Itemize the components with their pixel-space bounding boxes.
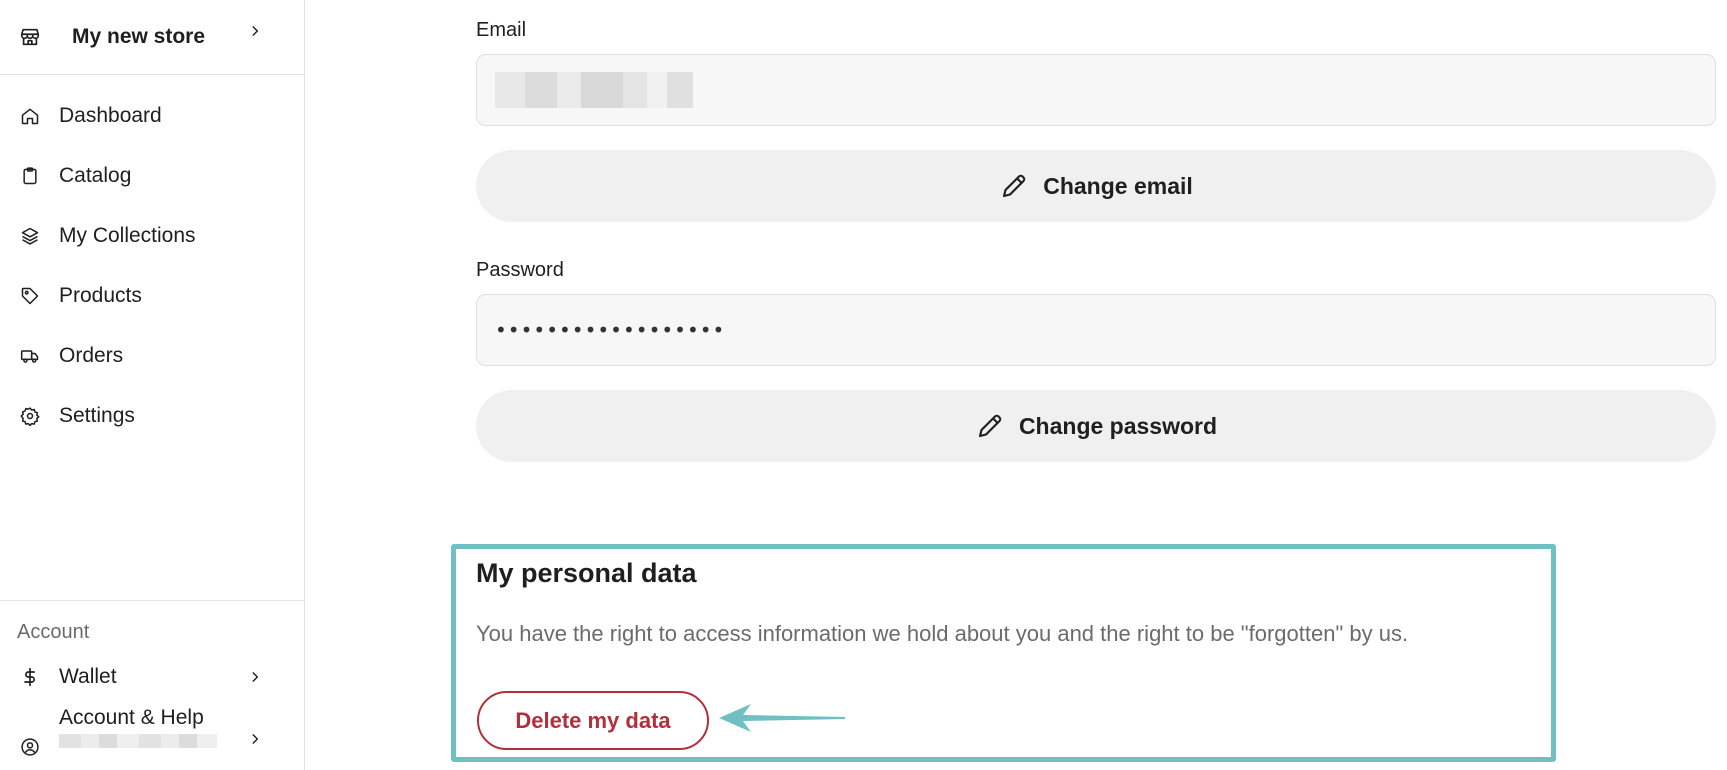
layers-icon: [19, 225, 41, 247]
sidebar-item-dashboard[interactable]: Dashboard: [0, 86, 304, 146]
arrow-left-icon: [717, 700, 847, 741]
password-label: Password: [476, 259, 564, 281]
email-field[interactable]: [476, 54, 1716, 126]
change-password-label: Change password: [1018, 412, 1218, 439]
sidebar-item-orders[interactable]: Orders: [0, 326, 304, 386]
truck-icon: [19, 345, 41, 367]
sidebar-item-wallet[interactable]: Wallet: [0, 657, 304, 697]
main-content: Email Change email Password ••••••••••••…: [305, 0, 1727, 770]
chevron-right-icon: [248, 24, 262, 43]
change-email-label: Change email: [1043, 172, 1193, 199]
sidebar-item-settings[interactable]: Settings: [0, 386, 304, 446]
password-value: ••••••••••••••••••: [495, 318, 726, 342]
sidebar-item-label: Wallet: [59, 665, 117, 688]
chevron-right-icon: [248, 732, 262, 751]
dollar-icon: [19, 666, 41, 688]
sidebar-item-label: Account & Help: [59, 706, 204, 729]
account-help-text: Account & Help: [19, 706, 279, 748]
pencil-icon: [999, 171, 1029, 201]
chevron-right-icon: [248, 670, 262, 689]
gear-icon: [19, 405, 41, 427]
sidebar: My new store Dashboard Catalog My Collec…: [0, 0, 305, 770]
store-icon: [19, 26, 41, 48]
sidebar-item-label: Products: [59, 284, 142, 307]
pencil-icon: [975, 411, 1005, 441]
delete-my-data-label: Delete my data: [515, 707, 671, 733]
sidebar-item-label: Orders: [59, 344, 124, 367]
sidebar-item-catalog[interactable]: Catalog: [0, 146, 304, 206]
change-password-button[interactable]: Change password: [476, 390, 1716, 462]
sidebar-nav: Dashboard Catalog My Collections Product…: [0, 86, 304, 446]
clipboard-icon: [19, 165, 41, 187]
email-label: Email: [476, 19, 527, 41]
store-name: My new store: [72, 25, 206, 48]
sidebar-item-account-help[interactable]: Account & Help: [0, 706, 304, 766]
redacted-email-value: [495, 72, 693, 108]
sidebar-item-products[interactable]: Products: [0, 266, 304, 326]
account-section: Account Wallet Account & Help: [0, 600, 304, 756]
tag-icon: [19, 285, 41, 307]
store-switcher[interactable]: My new store: [0, 0, 304, 75]
sidebar-item-my-collections[interactable]: My Collections: [0, 206, 304, 266]
sidebar-item-label: Settings: [59, 404, 135, 427]
home-icon: [19, 105, 41, 127]
sidebar-item-label: Catalog: [59, 164, 132, 187]
personal-data-description: You have the right to access information…: [476, 621, 1409, 646]
change-email-button[interactable]: Change email: [476, 150, 1716, 222]
redacted-email: [59, 734, 217, 748]
delete-my-data-button[interactable]: Delete my data: [477, 691, 709, 750]
personal-data-title: My personal data: [476, 558, 697, 588]
password-field[interactable]: ••••••••••••••••••: [476, 294, 1716, 366]
sidebar-item-label: My Collections: [59, 224, 196, 247]
account-section-title: Account: [17, 621, 90, 643]
sidebar-item-label: Dashboard: [59, 104, 162, 127]
